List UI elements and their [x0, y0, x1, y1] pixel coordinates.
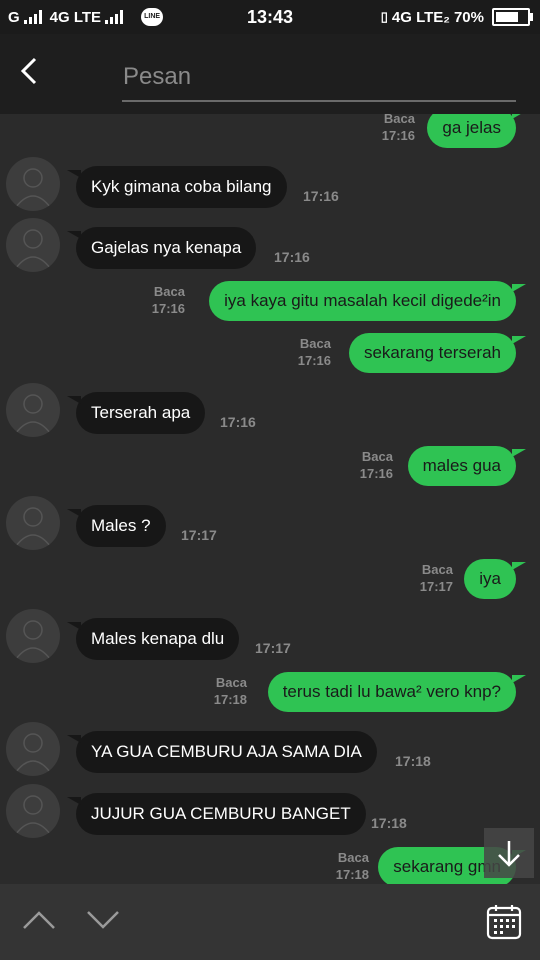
- vibrate-icon: ▯: [380, 9, 388, 24]
- search-input[interactable]: Pesan: [122, 54, 516, 102]
- message-time: 17:16: [220, 414, 256, 430]
- calendar-button[interactable]: [486, 904, 522, 945]
- message-meta: Baca 17:18: [336, 849, 369, 883]
- calendar-icon: [486, 905, 522, 940]
- message-time: 17:16: [359, 466, 393, 481]
- person-icon: [15, 229, 51, 269]
- message-bubble-incoming[interactable]: Gajelas nya kenapa: [66, 227, 257, 269]
- chat-header: Pesan: [0, 34, 540, 114]
- battery-icon: [492, 8, 533, 26]
- message-bubble-outgoing[interactable]: males gua: [407, 446, 527, 486]
- person-icon: [15, 620, 51, 660]
- avatar[interactable]: [6, 496, 60, 550]
- message-time: 17:16: [151, 301, 185, 316]
- person-icon: [15, 168, 51, 208]
- message-meta: Baca 17:16: [152, 283, 185, 317]
- chevron-down-icon: [87, 911, 119, 929]
- message-bubble-outgoing[interactable]: iya kaya gitu masalah kecil digede²in: [209, 281, 526, 321]
- message-bubble-outgoing[interactable]: sekarang terserah: [348, 333, 527, 373]
- message-meta: Baca 17:18: [214, 674, 247, 708]
- person-icon: [15, 733, 51, 773]
- read-receipt: Baca: [337, 850, 369, 865]
- message-bubble-incoming[interactable]: Terserah apa: [66, 392, 206, 434]
- chevron-up-icon: [23, 911, 55, 929]
- message-time: 17:16: [274, 249, 310, 265]
- status-right: ▯ 4G LTE₂ 70%: [380, 8, 533, 26]
- message-time: 17:18: [213, 692, 247, 707]
- message-meta: Baca 17:17: [420, 561, 453, 595]
- message-time: 17:17: [255, 640, 291, 656]
- message-time: 17:16: [303, 188, 339, 204]
- avatar[interactable]: [6, 383, 60, 437]
- message-bubble-incoming[interactable]: JUJUR GUA CEMBURU BANGET: [67, 793, 366, 835]
- back-button[interactable]: [18, 56, 42, 86]
- person-icon: [15, 394, 51, 434]
- read-receipt: Baca: [383, 114, 415, 126]
- message-time: 17:18: [335, 867, 369, 882]
- message-meta: Baca 17:16: [360, 448, 393, 482]
- arrow-down-icon: [498, 841, 520, 867]
- read-receipt: Baca: [421, 562, 453, 577]
- avatar[interactable]: [6, 722, 60, 776]
- read-receipt: Baca: [361, 449, 393, 464]
- scroll-down-button[interactable]: [484, 828, 534, 878]
- bottom-toolbar: [0, 884, 540, 960]
- status-bar: G 4G LTE LINE 13:43 ▯ 4G LTE₂ 70%: [0, 0, 540, 34]
- read-receipt: Baca: [299, 336, 331, 351]
- message-time: 17:18: [395, 753, 431, 769]
- message-time: 17:18: [371, 815, 407, 831]
- message-bubble-incoming[interactable]: Males kenapa dlu: [66, 618, 240, 660]
- message-bubble-incoming[interactable]: Kyk gimana coba bilang: [67, 166, 287, 208]
- read-receipt: Baca: [215, 675, 247, 690]
- avatar[interactable]: [6, 218, 60, 272]
- read-receipt: Baca: [153, 284, 185, 299]
- message-list[interactable]: Baca 17:16 ga jelas Kyk gimana coba bila…: [0, 114, 540, 884]
- message-bubble-incoming[interactable]: YA GUA CEMBURU AJA SAMA DIA: [67, 731, 377, 773]
- avatar[interactable]: [6, 609, 60, 663]
- message-time: 17:17: [181, 527, 217, 543]
- person-icon: [15, 507, 51, 547]
- message-bubble-outgoing[interactable]: iya: [464, 559, 526, 599]
- battery-percent: 70%: [453, 8, 484, 26]
- avatar[interactable]: [6, 784, 60, 838]
- avatar[interactable]: [6, 157, 60, 211]
- message-time: 17:16: [297, 353, 331, 368]
- message-meta: Baca 17:16: [382, 114, 415, 144]
- message-meta: Baca 17:16: [298, 335, 331, 369]
- chevron-left-icon: [20, 57, 37, 85]
- person-icon: [15, 795, 51, 835]
- message-bubble-outgoing[interactable]: terus tadi lu bawa² vero knp?: [267, 672, 527, 712]
- next-result-button[interactable]: [86, 908, 120, 937]
- previous-result-button[interactable]: [22, 908, 56, 937]
- message-bubble-incoming[interactable]: Males ?: [67, 505, 166, 547]
- message-time: 17:17: [419, 579, 453, 594]
- search-placeholder: Pesan: [123, 63, 192, 90]
- network-label-2: 4G LTE₂: [391, 8, 450, 26]
- message-time: 17:16: [381, 128, 415, 143]
- message-bubble-outgoing[interactable]: ga jelas: [427, 114, 526, 148]
